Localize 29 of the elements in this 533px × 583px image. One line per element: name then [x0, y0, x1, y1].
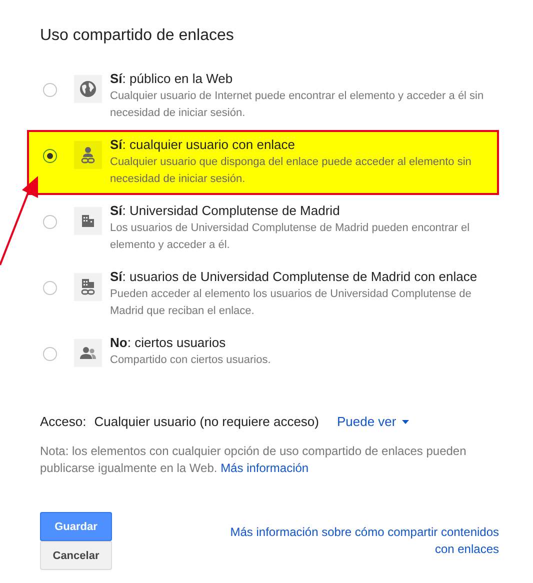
radio-button[interactable]: [43, 83, 57, 97]
access-value: Cualquier usuario (no requiere acceso): [94, 414, 319, 429]
building-link-icon: [74, 273, 102, 301]
permission-dropdown[interactable]: Puede ver: [336, 414, 410, 429]
cancel-button[interactable]: Cancelar: [40, 541, 112, 570]
option-description: Pueden acceder al elemento los usuarios de Universidad Complutense de Madrid que reciban el enlace.: [110, 287, 472, 319]
option-description: Cualquier usuario que disponga del enlace puede acceder al elemento sin necesidad de iniciar sesión.: [110, 155, 472, 187]
option-label[interactable]: Sí: público en la Web: [110, 71, 485, 86]
caret-icon[interactable]: [402, 420, 410, 424]
globe-icon: [74, 75, 102, 103]
option-label[interactable]: Sí: cualquier usuario con enlace: [110, 137, 485, 152]
option-label[interactable]: Sí: usuarios de Universidad Complutense de Madrid con enlace: [110, 269, 485, 284]
option-description: Cualquier usuario de Internet puede encontrar el elemento y acceder a él sin necesidad de iniciar sesión.: [110, 89, 485, 121]
note-text: Nota: los elementos con cualquier opción de uso compartido de enlaces pueden publicarse igualmente en la Web. Más información: [40, 443, 468, 477]
option-description: Los usuarios de Universidad Complutense de Madrid pueden encontrar el elemento y acceder a él.: [110, 221, 471, 253]
option-label[interactable]: No: ciertos usuarios: [110, 335, 271, 350]
radio-button[interactable]: [43, 347, 57, 361]
more-info-link[interactable]: Más información: [220, 461, 309, 475]
radio-button[interactable]: [43, 281, 57, 295]
option-label[interactable]: Sí: Universidad Complutense de Madrid: [110, 203, 485, 218]
option-description: Compartido con ciertos usuarios.: [110, 353, 271, 368]
person-link-icon: [74, 141, 102, 169]
building-icon: [74, 207, 102, 235]
section-title: Uso compartido de enlaces: [40, 27, 235, 45]
people-icon: [74, 339, 102, 367]
help-link[interactable]: Más información sobre cómo compartir contenidos con enlaces: [219, 524, 499, 558]
radio-button[interactable]: [43, 215, 57, 229]
access-label: Acceso:: [40, 414, 86, 429]
radio-button[interactable]: [43, 149, 57, 163]
